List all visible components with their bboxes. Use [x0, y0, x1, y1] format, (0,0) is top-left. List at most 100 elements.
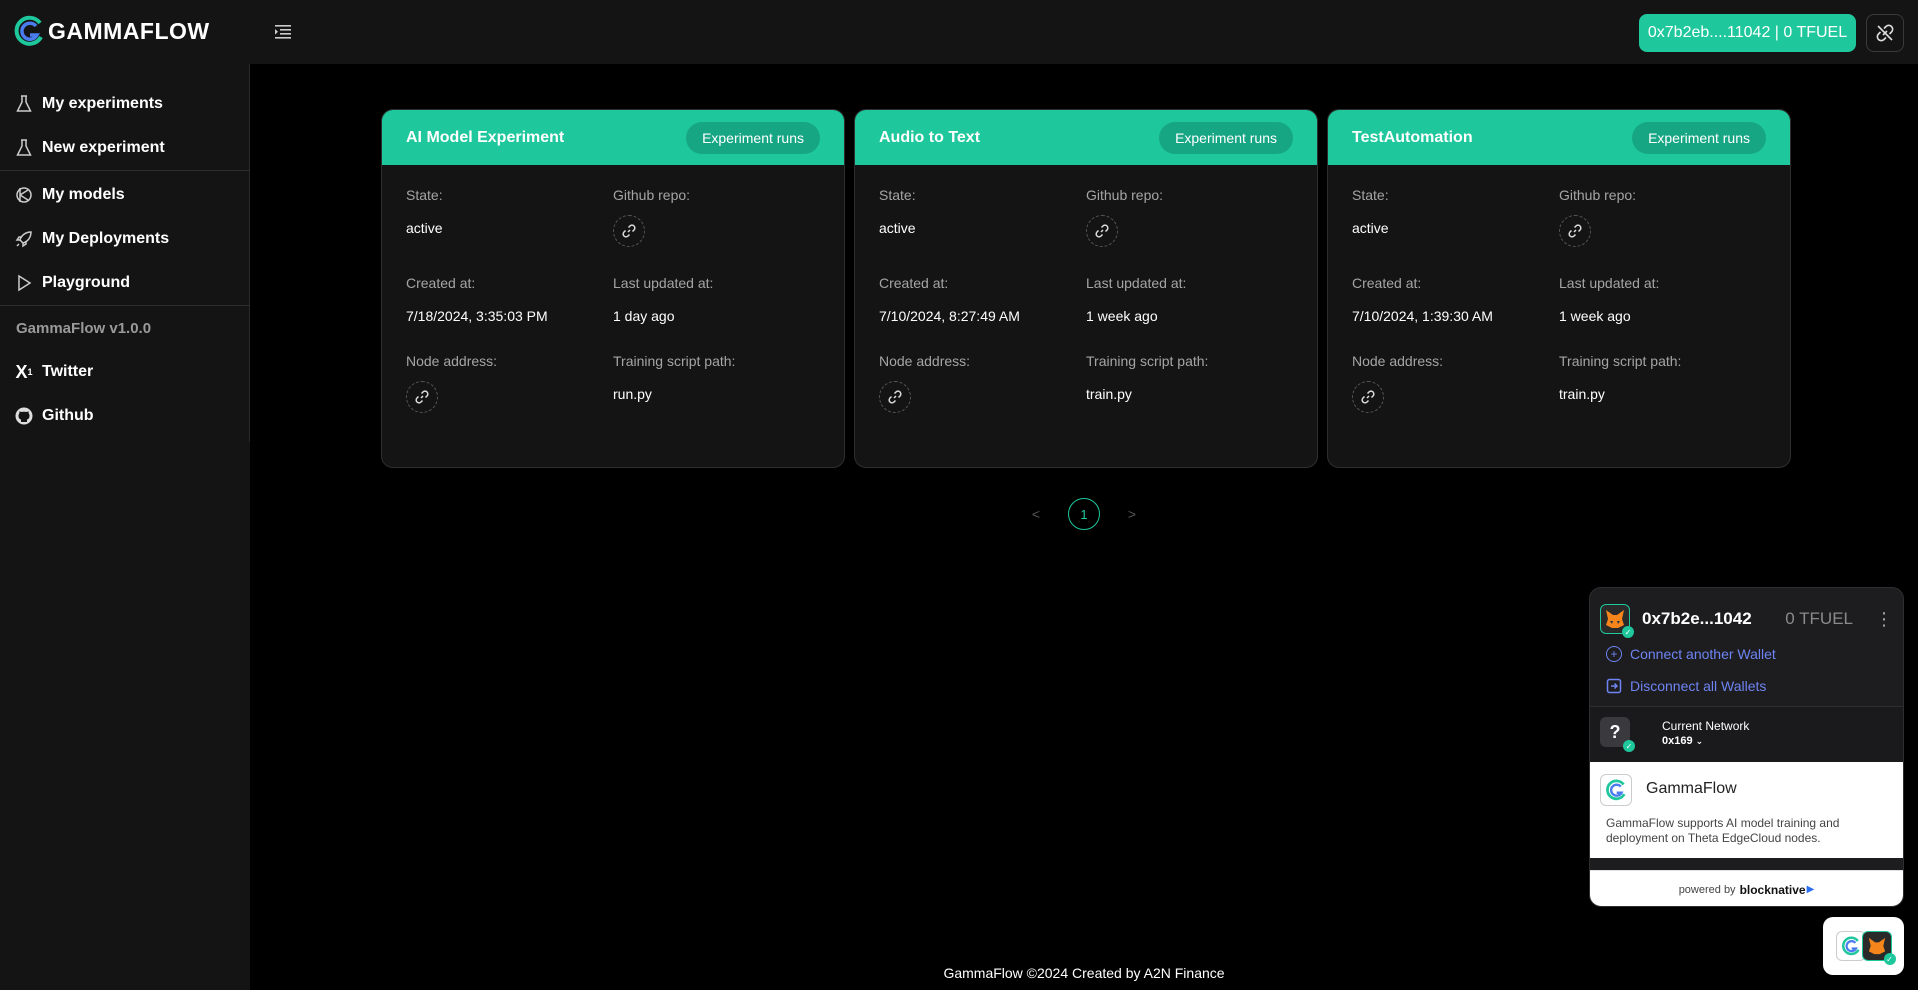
sidebar-item-github[interactable]: Github: [0, 394, 249, 438]
node-address-link[interactable]: [406, 381, 438, 413]
last-updated-label: Last updated at:: [1559, 275, 1660, 291]
sidebar-item-playground[interactable]: Playground: [0, 261, 249, 305]
connect-another-wallet-button[interactable]: + Connect another Wallet: [1590, 642, 1903, 666]
training-script-value: run.py: [613, 386, 652, 402]
gammaflow-logo-icon: [14, 15, 43, 46]
sidebar-item-my-experiments[interactable]: My experiments: [0, 82, 249, 126]
sidebar-item-label: Github: [42, 407, 94, 424]
pagination-prev-button[interactable]: <: [1020, 506, 1052, 522]
state-label: State:: [879, 187, 916, 203]
wallet-launcher-button[interactable]: ✓: [1823, 917, 1904, 975]
experiment-card: AI Model Experiment Experiment runs Stat…: [381, 109, 845, 468]
wallet-balance: 0 TFUEL: [1785, 609, 1853, 628]
node-address-label: Node address:: [406, 353, 498, 369]
state-value: active: [879, 220, 916, 236]
connected-check-icon: ✓: [1883, 953, 1896, 965]
disconnect-all-label: Disconnect all Wallets: [1630, 678, 1767, 694]
state-label: State:: [1352, 187, 1389, 203]
sidebar: My experiments New experiment My models …: [0, 64, 250, 990]
link-icon: [622, 224, 636, 238]
node-address-link[interactable]: [1352, 381, 1384, 413]
card-header: AI Model Experiment Experiment runs: [382, 110, 844, 165]
app-version: GammaFlow v1.0.0: [16, 319, 152, 337]
training-script-label: Training script path:: [1559, 353, 1682, 369]
github-repo-link[interactable]: [1559, 215, 1591, 247]
sidebar-item-label: Twitter: [42, 363, 94, 380]
state-label: State:: [406, 187, 443, 203]
sidebar-item-label: My models: [42, 186, 125, 203]
connected-check-icon: ✓: [1622, 626, 1634, 638]
sidebar-item-new-experiment[interactable]: New experiment: [0, 126, 249, 170]
pagination-next-button[interactable]: >: [1116, 506, 1148, 522]
wallet-button[interactable]: 0x7b2eb....11042 | 0 TFUEL: [1639, 14, 1856, 52]
link-icon: [1361, 390, 1375, 404]
wallet-panel: ✓ 0x7b2e...1042 0 TFUEL ⋮ + Connect anot…: [1589, 587, 1904, 907]
app-name: GAMMAFLOW: [48, 17, 210, 44]
node-address-label: Node address:: [879, 353, 971, 369]
link-icon: [1568, 224, 1582, 238]
blocknative-brand: blocknative: [1739, 882, 1806, 897]
sidebar-item-my-deployments[interactable]: My Deployments: [0, 217, 249, 261]
pagination: < 1 >: [250, 498, 1918, 530]
network-selector[interactable]: ? ✓ Current Network 0x169 ⌄: [1590, 706, 1903, 762]
experiment-title: TestAutomation: [1352, 128, 1473, 146]
created-at-label: Created at:: [879, 275, 949, 291]
sidebar-item-twitter[interactable]: X1 Twitter: [0, 350, 249, 394]
training-script-label: Training script path:: [613, 353, 736, 369]
created-at-value: 7/10/2024, 8:27:49 AM: [879, 308, 1020, 324]
card-header: Audio to Text Experiment runs: [855, 110, 1317, 165]
sidebar-item-my-models[interactable]: My models: [0, 173, 249, 217]
sidebar-item-label: Playground: [42, 274, 131, 291]
disconnect-all-wallets-button[interactable]: Disconnect all Wallets: [1590, 674, 1903, 698]
sidebar-item-label: New experiment: [42, 139, 165, 156]
powered-by-footer: powered by blocknative ▶: [1590, 870, 1903, 906]
link-icon: [1095, 224, 1109, 238]
last-updated-value: 1 week ago: [1559, 308, 1631, 324]
created-at-value: 7/10/2024, 1:39:30 AM: [1352, 308, 1493, 324]
github-icon: [14, 406, 34, 426]
node-address-label: Node address:: [1352, 353, 1444, 369]
network-label: Current Network: [1662, 719, 1750, 733]
model-icon: [14, 185, 34, 205]
unlink-icon: [1876, 24, 1894, 42]
state-value: active: [1352, 220, 1389, 236]
experiment-runs-button[interactable]: Experiment runs: [1632, 121, 1766, 154]
node-address-link[interactable]: [879, 381, 911, 413]
app-logo[interactable]: GAMMAFLOW: [14, 15, 210, 47]
rocket-icon: [14, 229, 34, 249]
plus-circle-icon: +: [1606, 646, 1622, 662]
experiment-runs-button[interactable]: Experiment runs: [686, 121, 820, 154]
network-check-icon: ✓: [1623, 740, 1635, 752]
menu-toggle-icon[interactable]: [272, 22, 294, 42]
network-value-text: 0x169: [1662, 735, 1693, 747]
experiment-runs-button[interactable]: Experiment runs: [1159, 121, 1293, 154]
dapp-name: GammaFlow: [1646, 780, 1737, 797]
gammaflow-dapp-icon: [1600, 774, 1632, 806]
sidebar-item-label: My Deployments: [42, 230, 170, 247]
github-repo-label: Github repo:: [1086, 187, 1164, 203]
network-value: 0x169 ⌄: [1662, 735, 1703, 747]
experiment-card: Audio to Text Experiment runs State: act…: [854, 109, 1318, 468]
github-repo-link[interactable]: [1086, 215, 1118, 247]
training-script-value: train.py: [1559, 386, 1605, 402]
flask-icon: [14, 138, 34, 158]
more-options-icon[interactable]: ⋮: [1875, 610, 1893, 628]
blocknative-logo-icon: ▶: [1806, 884, 1815, 895]
pagination-page-1[interactable]: 1: [1068, 498, 1100, 530]
github-repo-link[interactable]: [613, 215, 645, 247]
metamask-avatar: ✓: [1600, 604, 1634, 638]
created-at-label: Created at:: [1352, 275, 1422, 291]
card-header: TestAutomation Experiment runs: [1328, 110, 1790, 165]
chevron-down-icon: ⌄: [1695, 736, 1704, 746]
metamask-mini-icon: ✓: [1861, 931, 1896, 965]
dapp-info: GammaFlow GammaFlow supports AI model tr…: [1590, 762, 1903, 858]
training-script-value: train.py: [1086, 386, 1132, 402]
github-repo-label: Github repo:: [613, 187, 691, 203]
wallet-address: 0x7b2e...1042: [1642, 609, 1752, 628]
disconnect-link-button[interactable]: [1866, 14, 1904, 52]
experiment-title: AI Model Experiment: [406, 128, 565, 146]
powered-by-label: powered by: [1678, 883, 1736, 896]
top-header: GAMMAFLOW 0x7b2eb....11042 | 0 TFUEL: [0, 0, 1918, 64]
fox-icon: [1606, 610, 1624, 628]
link-icon: [888, 390, 902, 404]
